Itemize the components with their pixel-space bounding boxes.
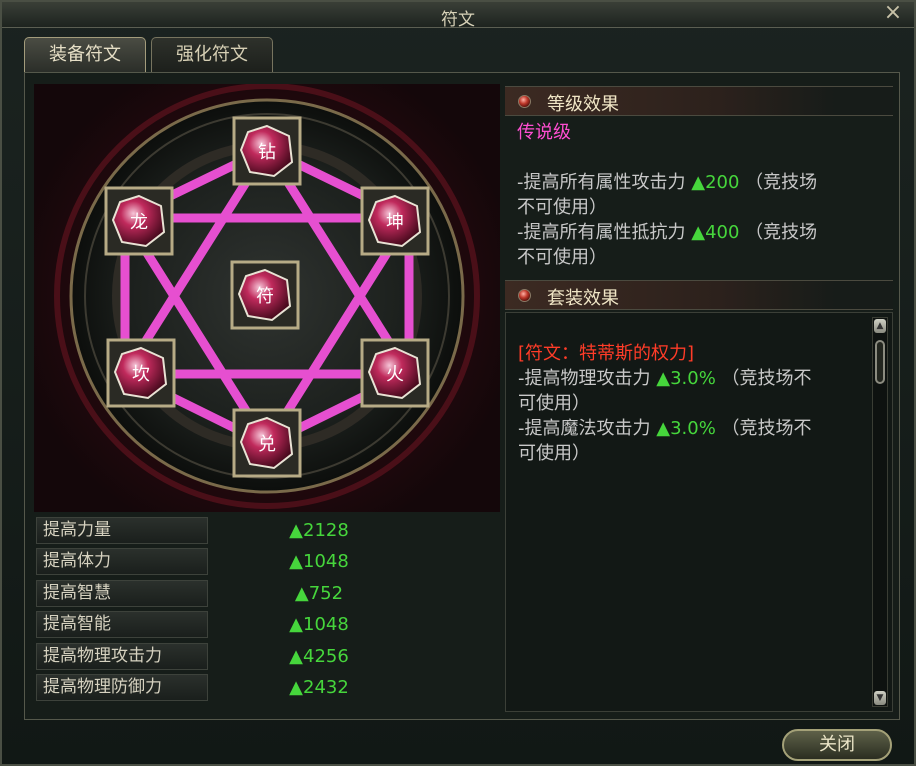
effect-value: ▲200 (691, 172, 740, 193)
set-name: [符文：特蒂斯的权力] (518, 343, 695, 364)
effect-note-cont: 不可使用） (517, 197, 607, 218)
stat-row: 提高智能 ▲1048 (36, 611, 426, 638)
stat-value: ▲4256 (289, 646, 349, 667)
effect-value: ▲3.0% (656, 418, 716, 439)
stat-label: 提高物理防御力 (36, 674, 208, 701)
rune-glyph: 火 (386, 364, 404, 385)
stat-label: 提高智能 (36, 611, 208, 638)
stat-value: ▲2128 (289, 520, 349, 541)
stat-label: 提高智慧 (36, 580, 208, 607)
rune-glyph: 兑 (258, 434, 276, 455)
title-bar[interactable]: 符文 × (2, 2, 914, 30)
effect-text: -提高所有属性抵抗力 (517, 222, 686, 243)
effect-value: ▲3.0% (656, 368, 716, 389)
set-effect-header: 套装效果 (505, 280, 893, 310)
effect-note-cont: 不可使用） (517, 247, 607, 268)
effect-note-cont: 可使用） (518, 443, 590, 464)
rune-circle-graphic: 钻 龙 坤 符 坎 火 兑 (54, 84, 480, 509)
set-effect-title: 套装效果 (547, 288, 619, 309)
stat-row: 提高体力 ▲1048 (36, 548, 426, 575)
rune-glyph: 坎 (132, 364, 150, 385)
tab-enhance-runes[interactable]: 强化符文 (151, 37, 273, 73)
scroll-down-icon[interactable]: ▼ (874, 691, 886, 705)
rune-window: 符文 × 装备符文 强化符文 钻 龙 坤 符 坎 火 兑 提高力量 ▲2128 … (0, 0, 916, 766)
stat-label: 提高力量 (36, 517, 208, 544)
effect-text: -提高物理攻击力 (518, 368, 651, 389)
grade-effect-title: 等级效果 (547, 94, 619, 115)
effect-note: （竞技场 (745, 222, 818, 243)
stat-row: 提高物理防御力 ▲2432 (36, 674, 426, 701)
close-icon[interactable]: × (882, 2, 904, 26)
effect-text: -提高所有属性攻击力 (517, 172, 686, 193)
grade-name: 传说级 (517, 122, 571, 143)
grade-effect-body: 传说级 -提高所有属性攻击力 ▲200 （竞技场 不可使用） -提高所有属性抵抗… (517, 120, 865, 270)
rune-glyph: 龙 (130, 212, 148, 233)
stat-value: ▲752 (294, 583, 344, 604)
set-effect-scrollbar[interactable]: ▲ ▼ (872, 317, 888, 707)
rune-glyph: 符 (256, 286, 274, 307)
rune-glyph: 坤 (386, 212, 404, 233)
effect-note-cont: 可使用） (518, 393, 590, 414)
stat-row: 提高力量 ▲2128 (36, 517, 426, 544)
rune-slot-top[interactable]: 钻 (232, 116, 302, 186)
stat-value: ▲2432 (289, 677, 349, 698)
scroll-thumb[interactable] (875, 340, 885, 384)
effect-note: （竞技场 (745, 172, 818, 193)
rune-slot-center[interactable]: 符 (230, 260, 300, 330)
stat-value: ▲1048 (289, 614, 349, 635)
grade-effect-line: -提高所有属性攻击力 ▲200 （竞技场 (517, 170, 865, 195)
scroll-up-icon[interactable]: ▲ (874, 319, 886, 333)
grade-effect-header: 等级效果 (505, 86, 893, 116)
rune-slot-lower-right[interactable]: 火 (360, 338, 430, 408)
stat-label: 提高物理攻击力 (36, 643, 208, 670)
set-effect-body: [符文：特蒂斯的权力] -提高物理攻击力 ▲3.0% （竞技场不 可使用） -提… (518, 341, 866, 466)
close-button[interactable]: 关闭 (782, 729, 892, 761)
window-title: 符文 (441, 10, 475, 30)
rune-slot-upper-right[interactable]: 坤 (360, 186, 430, 256)
set-effect-box: 套装效果 [符文：特蒂斯的权力] -提高物理攻击力 ▲3.0% （竞技场不 可使… (505, 280, 893, 712)
rune-slot-upper-left[interactable]: 龙 (104, 186, 174, 256)
rune-slot-bottom[interactable]: 兑 (232, 408, 302, 478)
effects-panel: 等级效果 传说级 -提高所有属性攻击力 ▲200 （竞技场 不可使用） -提高所… (505, 82, 893, 712)
gem-bullet-icon (518, 289, 531, 302)
rune-glyph: 钻 (258, 142, 276, 163)
effect-text: -提高魔法攻击力 (518, 418, 651, 439)
tab-equip-runes[interactable]: 装备符文 (24, 37, 146, 73)
stat-row: 提高智慧 ▲752 (36, 580, 426, 607)
effect-value: ▲400 (691, 222, 740, 243)
stat-label: 提高体力 (36, 548, 208, 575)
set-effect-line: -提高物理攻击力 ▲3.0% （竞技场不 (518, 366, 866, 391)
gem-bullet-icon (518, 95, 531, 108)
grade-effect-line: -提高所有属性抵抗力 ▲400 （竞技场 (517, 220, 865, 245)
stat-row: 提高物理攻击力 ▲4256 (36, 643, 426, 670)
rune-slot-lower-left[interactable]: 坎 (106, 338, 176, 408)
effect-note: （竞技场不 (721, 418, 812, 439)
set-effect-line: -提高魔法攻击力 ▲3.0% （竞技场不 (518, 416, 866, 441)
rune-board: 钻 龙 坤 符 坎 火 兑 (34, 84, 500, 512)
effect-note: （竞技场不 (721, 368, 812, 389)
stat-value: ▲1048 (289, 551, 349, 572)
